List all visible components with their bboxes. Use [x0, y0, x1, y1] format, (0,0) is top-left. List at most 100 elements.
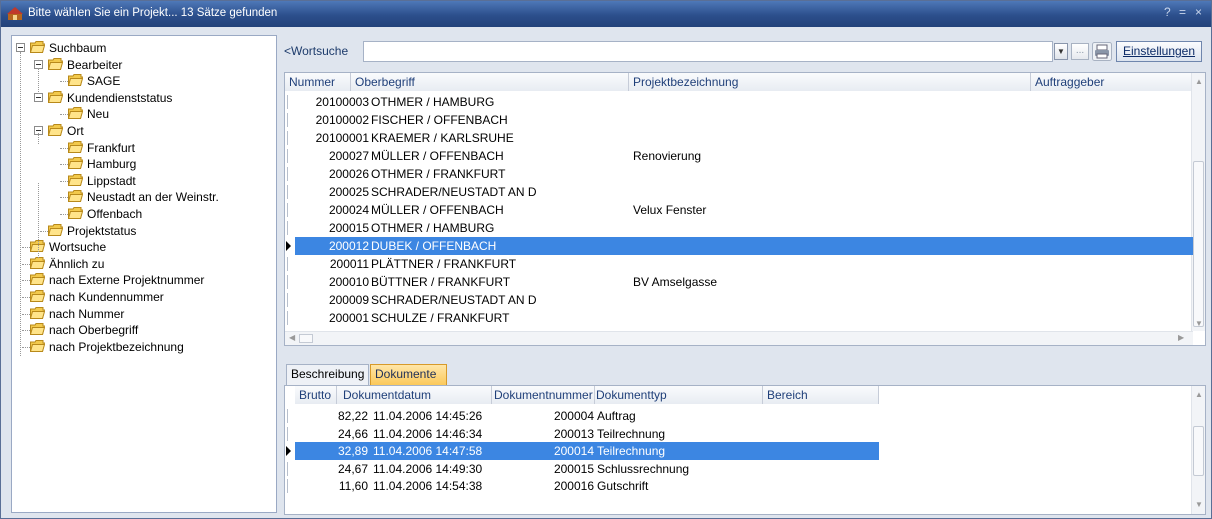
tree-item-nach-kundennummer[interactable]: nach Kundennummer [12, 289, 274, 305]
tree-item-neustadt-an-der-weinstr[interactable]: Neustadt an der Weinstr. [12, 189, 274, 205]
column-header-projektbezeichnung[interactable]: Projektbezeichnung [629, 73, 1031, 91]
chevron-down-icon[interactable]: ▼ [1054, 43, 1068, 60]
projects-horizontal-scrollbar[interactable]: ◀ ▶ [285, 331, 1193, 345]
column-header-dokumentnummer[interactable]: Dokumentnummer [492, 386, 595, 404]
tree-item-neu[interactable]: Neu [12, 106, 274, 122]
table-row[interactable]: 200001 SCHULZE / FRANKFURT [285, 309, 1193, 327]
cell-dokumentnummer: 200004 [553, 409, 594, 423]
table-row[interactable]: 82,22 11.04.2006 14:45:26 200004 Auftrag [285, 407, 879, 425]
tree-connector [38, 68, 39, 94]
tab-beschreibung[interactable]: Beschreibung [286, 364, 369, 385]
tree-item-label: Bearbeiter [67, 57, 123, 72]
help-button[interactable]: ? [1164, 5, 1171, 19]
maximize-button[interactable]: = [1179, 5, 1186, 19]
scroll-down-icon[interactable]: ▼ [1195, 319, 1203, 328]
table-row[interactable]: 11,60 11.04.2006 14:54:38 200016 Gutschrift [285, 477, 879, 495]
tree-item-sage[interactable]: SAGE [12, 73, 274, 89]
cell-nummer: 200010 [328, 275, 369, 289]
settings-button[interactable]: Einstellungen [1116, 41, 1202, 62]
table-row[interactable]: 24,66 11.04.2006 14:46:34 200013 Teilrechnu… [285, 425, 879, 443]
tree-item-bearbeiter[interactable]: Bearbeiter [12, 57, 274, 73]
tab-dokumente[interactable]: Dokumente [370, 364, 447, 385]
column-header-auftraggeber[interactable]: Auftraggeber [1031, 73, 1193, 91]
tree-item-label: Neu [87, 107, 110, 122]
close-button[interactable]: × [1195, 5, 1202, 19]
tree-item-nach-oberbegriff[interactable]: nach Oberbegriff [12, 322, 274, 338]
table-row[interactable]: 200009 SCHRADER/NEUSTADT AN D [285, 291, 1193, 309]
collapse-icon[interactable] [16, 43, 25, 52]
scroll-right-icon[interactable]: ▶ [1178, 333, 1184, 342]
table-row[interactable]: 200012 DUBEK / OFFENBACH [285, 237, 1193, 255]
tree-item-lippstadt[interactable]: Lippstadt [12, 173, 274, 189]
cell-nummer: 20100003 [315, 95, 369, 109]
table-row[interactable]: 200015 OTHMER / HAMBURG [285, 219, 1193, 237]
cell-dokumenttyp: Auftrag [597, 409, 636, 423]
table-row[interactable]: 200024 MÜLLER / OFFENBACH Velux Fenster [285, 201, 1193, 219]
title-bar[interactable]: Bitte wählen Sie ein Projekt... 13 Sätze… [1, 1, 1211, 27]
cell-nummer: 20100001 [315, 131, 369, 145]
table-row[interactable]: 200027 MÜLLER / OFFENBACH Renovierung [285, 147, 1193, 165]
column-header-dokumenttyp[interactable]: Dokumenttyp [595, 386, 763, 404]
search-input[interactable] [363, 41, 1053, 62]
table-row[interactable]: 200010 BÜTTNER / FRANKFURT BV Amselgasse [285, 273, 1193, 291]
tree-item-label: Projektstatus [67, 223, 137, 238]
projects-grid: Nummer Oberbegriff Projektbezeichnung Au… [284, 72, 1206, 346]
tree-item-offenbach[interactable]: Offenbach [12, 206, 274, 222]
cell-projektbezeichnung: BV Amselgasse [633, 275, 718, 289]
projects-hscroll-thumb[interactable] [299, 334, 313, 343]
column-header-dokumentdatum[interactable]: Dokumentdatum [337, 386, 492, 404]
scroll-up-icon[interactable]: ▲ [1195, 390, 1203, 399]
tree-item-hamburg[interactable]: Hamburg [12, 156, 274, 172]
column-header-bereich[interactable]: Bereich [763, 386, 879, 404]
tree-item-nach-projektbezeichnung[interactable]: nach Projektbezeichnung [12, 339, 274, 355]
cell-nummer: 200009 [328, 293, 369, 307]
folder-icon [30, 339, 45, 352]
print-icon[interactable] [1092, 42, 1112, 61]
projects-scroll-thumb[interactable] [1193, 161, 1204, 327]
projects-vertical-scrollbar[interactable]: ▲ ▼ [1191, 73, 1205, 331]
folder-icon [68, 190, 83, 203]
documents-vertical-scrollbar[interactable]: ▲ ▼ [1191, 386, 1205, 514]
row-indicator [287, 426, 293, 441]
table-row[interactable]: 200025 SCHRADER/NEUSTADT AN D [285, 183, 1193, 201]
tree-item-suchbaum[interactable]: Suchbaum [12, 40, 274, 56]
column-header-nummer[interactable]: Nummer [285, 73, 351, 91]
scroll-left-icon[interactable]: ◀ [289, 333, 295, 342]
tree-item-nach-nummer[interactable]: nach Nummer [12, 306, 274, 322]
table-row[interactable]: 24,67 11.04.2006 14:49:30 200015 Schlussrec… [285, 460, 879, 478]
cell-oberbegriff: OTHMER / HAMBURG [371, 95, 495, 109]
cell-oberbegriff: DUBEK / OFFENBACH [371, 239, 497, 253]
row-indicator [287, 95, 293, 109]
tree-item-nach-externe-projektnummer[interactable]: nach Externe Projektnummer [12, 272, 274, 288]
documents-scroll-thumb[interactable] [1193, 426, 1204, 476]
scroll-up-icon[interactable]: ▲ [1195, 77, 1203, 86]
collapse-icon[interactable] [34, 92, 43, 102]
tree-item-ort[interactable]: Ort [12, 123, 274, 139]
tree-item-kundendienststatus[interactable]: Kundendienststatus [12, 90, 274, 106]
row-indicator [287, 257, 293, 271]
word-search-label[interactable]: <Wortsuche [284, 44, 348, 58]
table-row[interactable]: 20100001 KRAEMER / KARLSRUHE [285, 129, 1193, 147]
table-row[interactable]: 200026 OTHMER / FRANKFURT [285, 165, 1193, 183]
folder-icon [68, 74, 83, 87]
tree-item-ähnlich-zu[interactable]: Ähnlich zu [12, 256, 274, 272]
tree-item-wortsuche[interactable]: Wortsuche [12, 239, 274, 255]
folder-icon [68, 107, 83, 120]
tree-item-frankfurt[interactable]: Frankfurt [12, 140, 274, 156]
table-row[interactable]: 20100002 FISCHER / OFFENBACH [285, 111, 1193, 129]
cell-nummer: 200026 [328, 167, 369, 181]
column-header-oberbegriff[interactable]: Oberbegriff [351, 73, 629, 91]
tree-item-label: Hamburg [87, 157, 137, 172]
row-indicator [287, 149, 293, 163]
row-indicator [287, 461, 293, 476]
cell-brutto: 32,89 [337, 444, 368, 458]
column-header-brutto[interactable]: Brutto [295, 386, 337, 404]
table-row[interactable]: 200011 PLÄTTNER / FRANKFURT [285, 255, 1193, 273]
ellipsis-button[interactable]: ... [1071, 43, 1089, 60]
table-row[interactable]: 20100003 OTHMER / HAMBURG [285, 93, 1193, 111]
cell-projektbezeichnung: Renovierung [633, 149, 702, 163]
scroll-down-icon[interactable]: ▼ [1195, 500, 1203, 509]
tree-item-label: Lippstadt [87, 173, 136, 188]
tree-item-projektstatus[interactable]: Projektstatus [12, 223, 274, 239]
table-row[interactable]: 32,89 11.04.2006 14:47:58 200014 Teilrechnu… [285, 442, 879, 460]
